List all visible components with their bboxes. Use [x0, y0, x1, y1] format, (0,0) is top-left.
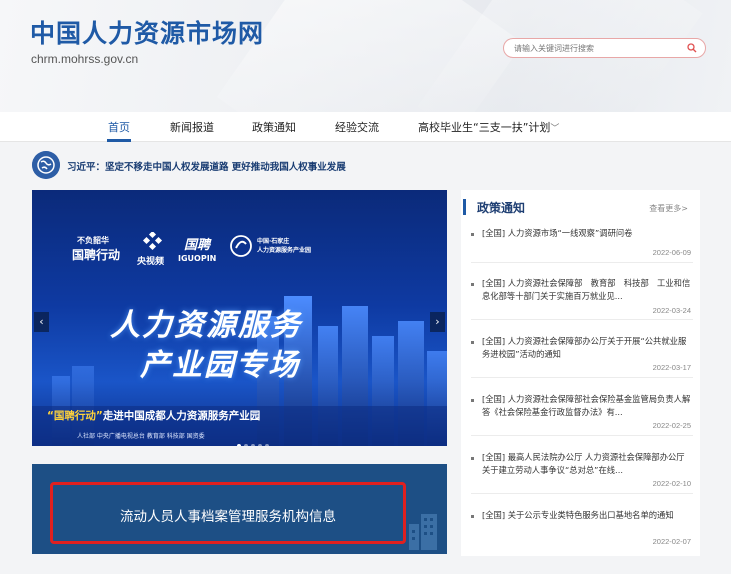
policy-panel: 政策通知 查看更多> [全国] 人力资源市场“一线观察”调研问卷 2022-06… [461, 190, 700, 556]
banner-title-line1: 人力资源服务 [110, 308, 302, 343]
search-input[interactable] [514, 41, 684, 56]
panel-title: 政策通知 [463, 199, 525, 215]
site-header: 中国人力资源市场网 chrm.mohrss.gov.cn [0, 0, 731, 112]
search-box[interactable] [503, 38, 706, 58]
logo-guopin-action: 不负韶华 [77, 236, 109, 245]
carousel-dot[interactable] [258, 444, 262, 446]
archive-service-link[interactable]: 流动人员人事档案管理服务机构信息 [50, 482, 406, 544]
carousel-dot[interactable] [251, 444, 255, 446]
search-icon[interactable] [687, 43, 697, 53]
headline-link[interactable]: 习近平：坚定不移走中国人权发展道路 更好推动我国人权事业发展 [67, 159, 346, 173]
carousel-next-button[interactable]: › [430, 312, 445, 332]
carousel-dot[interactable] [244, 444, 248, 446]
nav-active-indicator [107, 139, 131, 142]
globe-icon [32, 151, 60, 179]
view-more-link[interactable]: 查看更多> [649, 203, 688, 214]
chevron-right-icon: › [435, 315, 440, 328]
site-title[interactable]: 中国人力资源市场网 [30, 14, 264, 50]
logo-guopin-action-title: 国聘行动 [72, 248, 121, 262]
carousel-banner[interactable]: 不负韶华 国聘行动 央视频 国聘 IGUOPIN 中国·石家庄 人力资源服务产业… [32, 190, 447, 446]
carousel-prev-button[interactable]: ‹ [34, 312, 49, 332]
carousel-dots [237, 433, 272, 446]
logo-cctv-video: 央视频 [137, 257, 165, 267]
nav-item-home[interactable]: 首页 [108, 119, 130, 135]
headline-bar: 习近平：坚定不移走中国人权发展道路 更好推动我国人权事业发展 [32, 151, 700, 181]
site-domain: chrm.mohrss.gov.cn [31, 52, 139, 66]
logo-shijiazhuang: 中国·石家庄 [257, 238, 290, 245]
cctv-video-logo-icon [142, 232, 163, 251]
logo-iguopin: IGUOPIN [178, 254, 217, 263]
main-nav: 首页 新闻报道 政策通知 经验交流 高校毕业生“三支一扶”计划﹀ [0, 112, 731, 142]
nav-item-news[interactable]: 新闻报道 [170, 119, 214, 135]
archive-service-card: 流动人员人事档案管理服务机构信息 [32, 464, 447, 554]
banner-organizers: 人社部 中央广播电视总台 教育部 科技部 国资委 [77, 433, 205, 440]
chevron-down-icon: ﹀ [550, 124, 560, 134]
nav-item-policy[interactable]: 政策通知 [252, 119, 296, 135]
nav-item-experience[interactable]: 经验交流 [335, 119, 379, 135]
carousel-dot[interactable] [237, 444, 241, 446]
logo-guopin: 国聘 [184, 238, 211, 253]
carousel-dot[interactable] [265, 444, 269, 446]
banner-caption[interactable]: “国聘行动”走进中国成都人力资源服务产业园 [47, 408, 260, 423]
logo-hr-park: 人力资源服务产业园 [257, 247, 312, 254]
archive-service-label: 流动人员人事档案管理服务机构信息 [120, 509, 336, 525]
nav-item-graduates[interactable]: 高校毕业生“三支一扶”计划﹀ [418, 119, 559, 135]
banner-title-line2: 产业园专场 [140, 348, 300, 383]
chevron-left-icon: ‹ [39, 315, 44, 328]
industrial-park-logo-icon [230, 235, 252, 257]
building-icon [409, 514, 437, 550]
